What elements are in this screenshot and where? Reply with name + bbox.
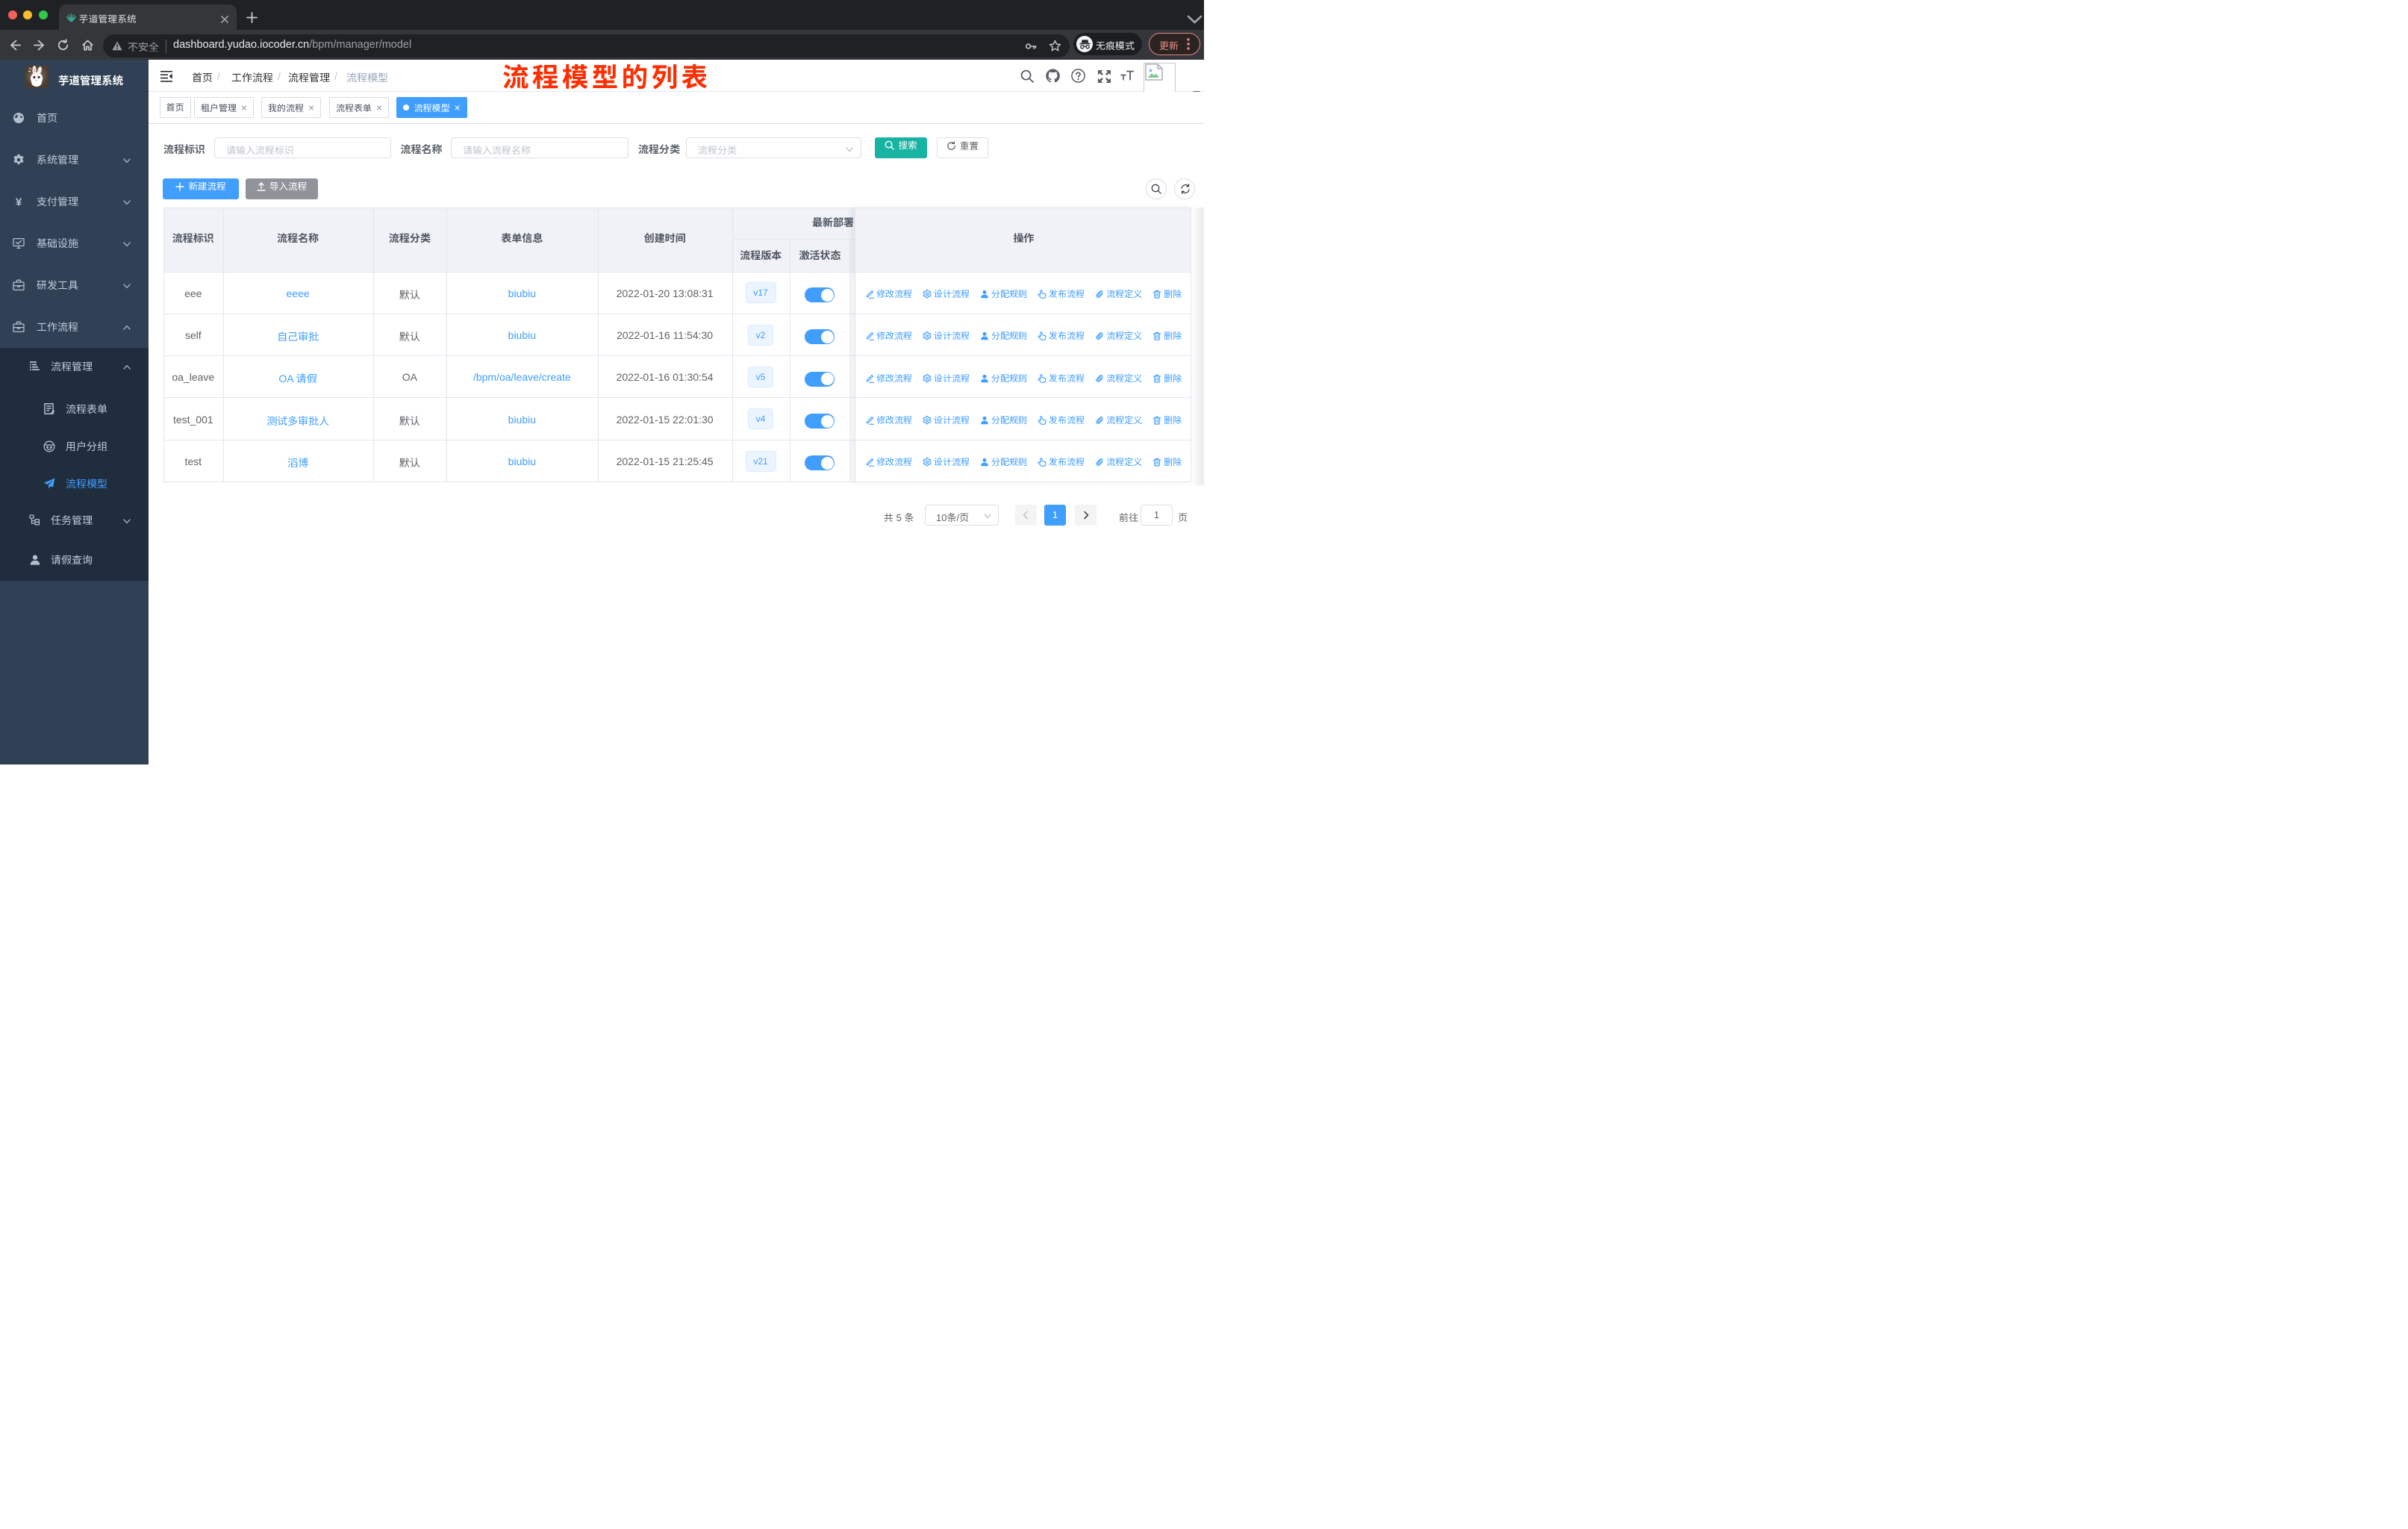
- svg-text:¥: ¥: [16, 196, 22, 208]
